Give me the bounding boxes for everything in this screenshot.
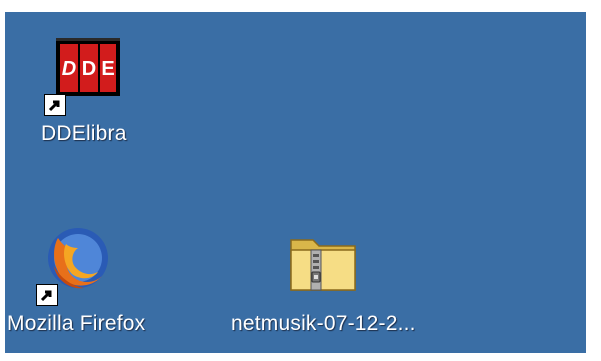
icon-label: DDElibra	[41, 122, 127, 145]
desktop-icon-firefox[interactable]: Mozilla Firefox	[7, 226, 145, 336]
shortcut-arrow-icon	[43, 94, 66, 116]
firefox-icon	[36, 226, 116, 306]
svg-text:D: D	[82, 58, 96, 80]
desktop[interactable]: D D E DDElibra Mozilla Firefox netmusik-…	[5, 12, 586, 353]
ddelibra-app-icon: D D E	[43, 36, 124, 116]
svg-text:E: E	[101, 58, 114, 80]
shortcut-arrow-icon	[36, 284, 59, 306]
svg-text:D: D	[62, 58, 76, 80]
icon-label: netmusik-07-12-2...	[231, 312, 416, 335]
desktop-icon-ddelibra[interactable]: D D E DDElibra	[41, 36, 127, 146]
zip-folder-icon	[283, 226, 363, 306]
desktop-icon-netmusik-zip[interactable]: netmusik-07-12-2...	[231, 226, 416, 336]
icon-label: Mozilla Firefox	[7, 312, 146, 335]
